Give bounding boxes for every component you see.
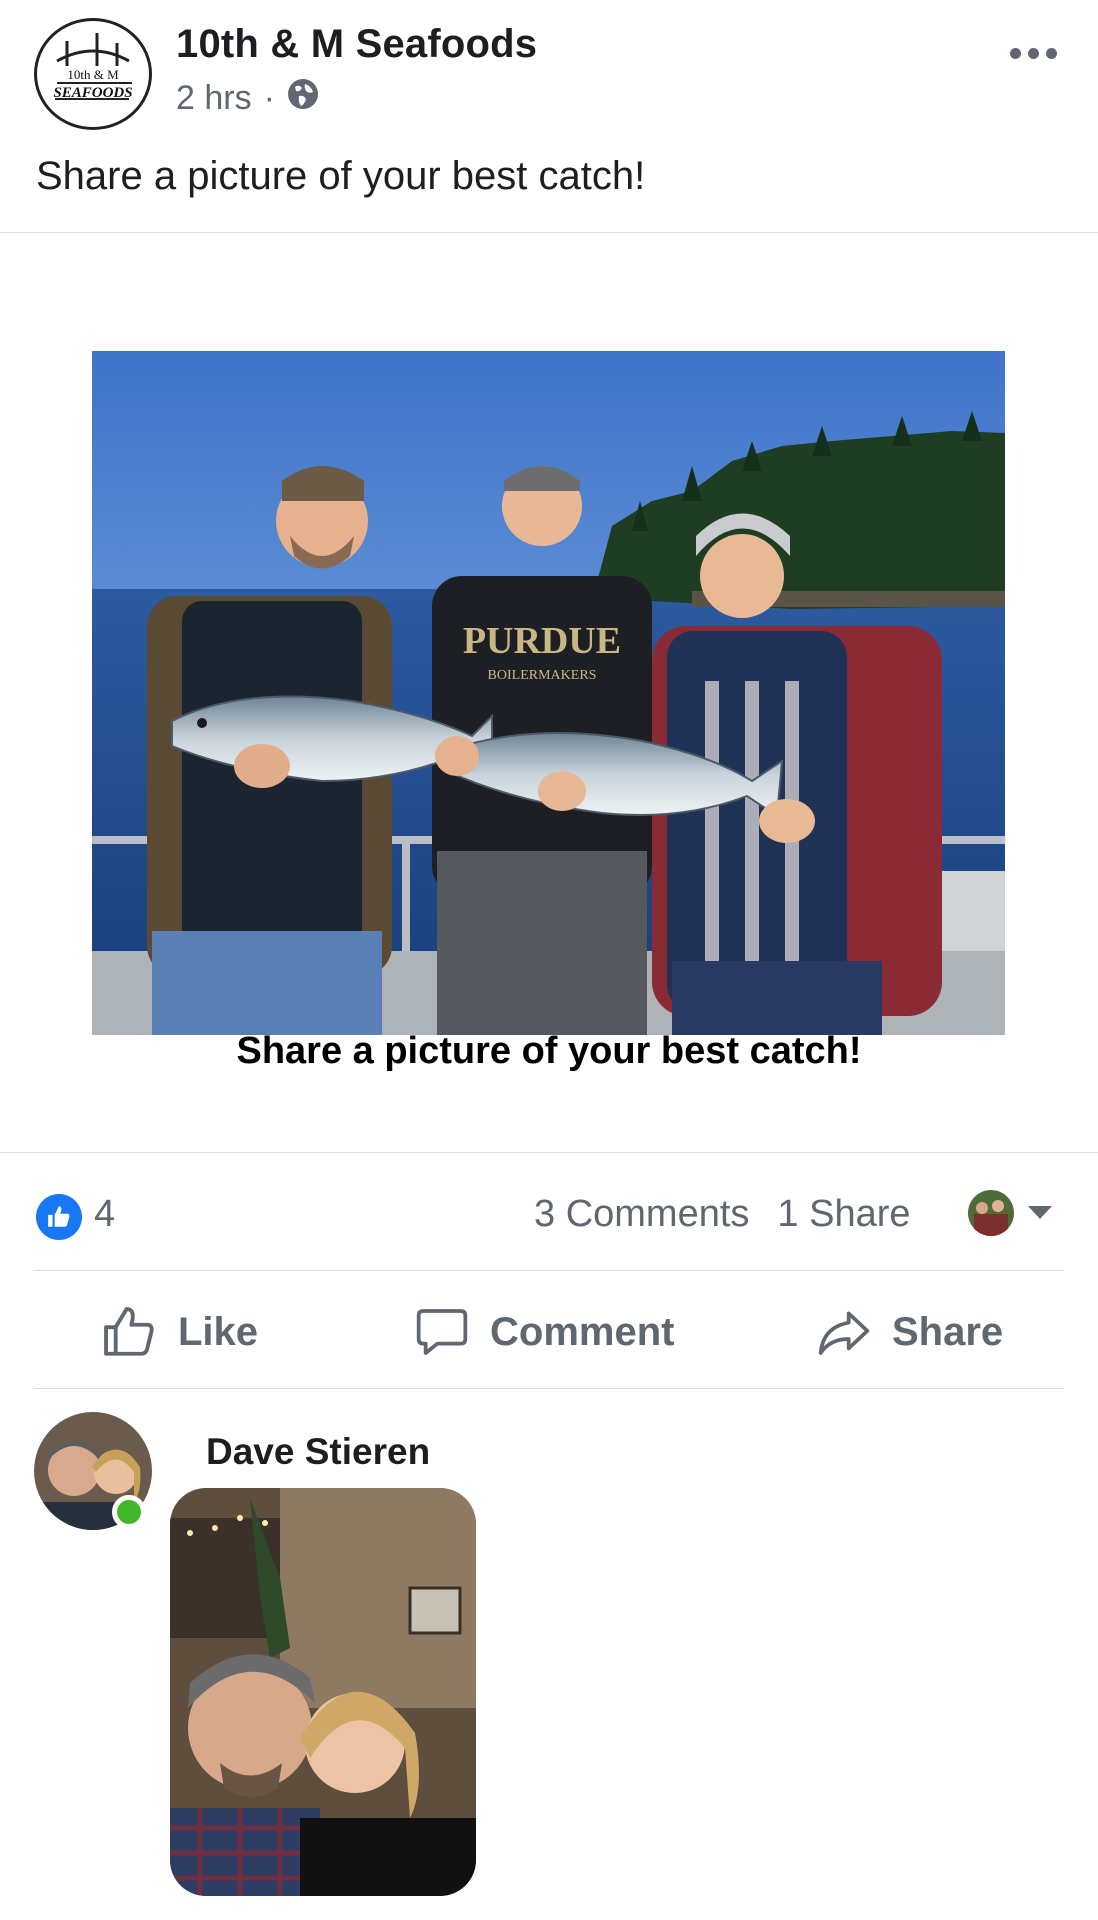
chevron-down-icon[interactable] xyxy=(1028,1206,1052,1219)
engagement-counts: 3 Comments 1 Share xyxy=(534,1193,911,1236)
thumbs-up-icon xyxy=(100,1303,158,1361)
like-count[interactable]: 4 xyxy=(94,1193,115,1236)
post-text: Share a picture of your best catch! xyxy=(36,154,646,198)
viewer-avatar[interactable] xyxy=(968,1190,1014,1236)
globe-icon xyxy=(287,78,319,119)
commenter-name[interactable]: Dave Stieren xyxy=(206,1431,430,1473)
svg-text:10th & M: 10th & M xyxy=(67,67,119,82)
divider xyxy=(0,232,1098,233)
svg-text:SEAFOODS: SEAFOODS xyxy=(53,85,132,101)
comment-label: Comment xyxy=(490,1309,675,1354)
post-meta: 2 hrs · xyxy=(176,78,319,119)
share-label: Share xyxy=(892,1309,1004,1354)
svg-text:BOILERMAKERS: BOILERMAKERS xyxy=(488,668,597,683)
like-button[interactable]: Like xyxy=(100,1300,258,1364)
page-avatar-logo[interactable]: 10th & M SEAFOODS xyxy=(34,18,152,130)
comments-count[interactable]: 3 Comments xyxy=(534,1193,749,1236)
svg-text:PURDUE: PURDUE xyxy=(463,620,621,662)
like-label: Like xyxy=(178,1309,259,1354)
share-button[interactable]: Share xyxy=(816,1300,1003,1364)
divider xyxy=(34,1270,1064,1271)
share-arrow-icon xyxy=(816,1304,872,1360)
post-photo[interactable]: PURDUE BOILERMAKERS xyxy=(92,351,1005,1035)
speech-bubble-icon xyxy=(414,1304,470,1360)
comment-photo[interactable] xyxy=(170,1488,476,1896)
comment-button[interactable]: Comment xyxy=(414,1300,674,1364)
post-time[interactable]: 2 hrs xyxy=(176,79,252,118)
divider xyxy=(0,1152,1098,1153)
photo-caption: Share a picture of your best catch! xyxy=(236,1030,862,1072)
like-reaction-icon[interactable] xyxy=(36,1194,82,1240)
meta-separator: · xyxy=(263,79,275,117)
shares-count[interactable]: 1 Share xyxy=(777,1193,910,1236)
page-name[interactable]: 10th & M Seafoods xyxy=(176,22,537,67)
online-status-dot xyxy=(112,1495,146,1529)
more-options-icon[interactable] xyxy=(1010,38,1094,68)
divider xyxy=(34,1388,1064,1389)
